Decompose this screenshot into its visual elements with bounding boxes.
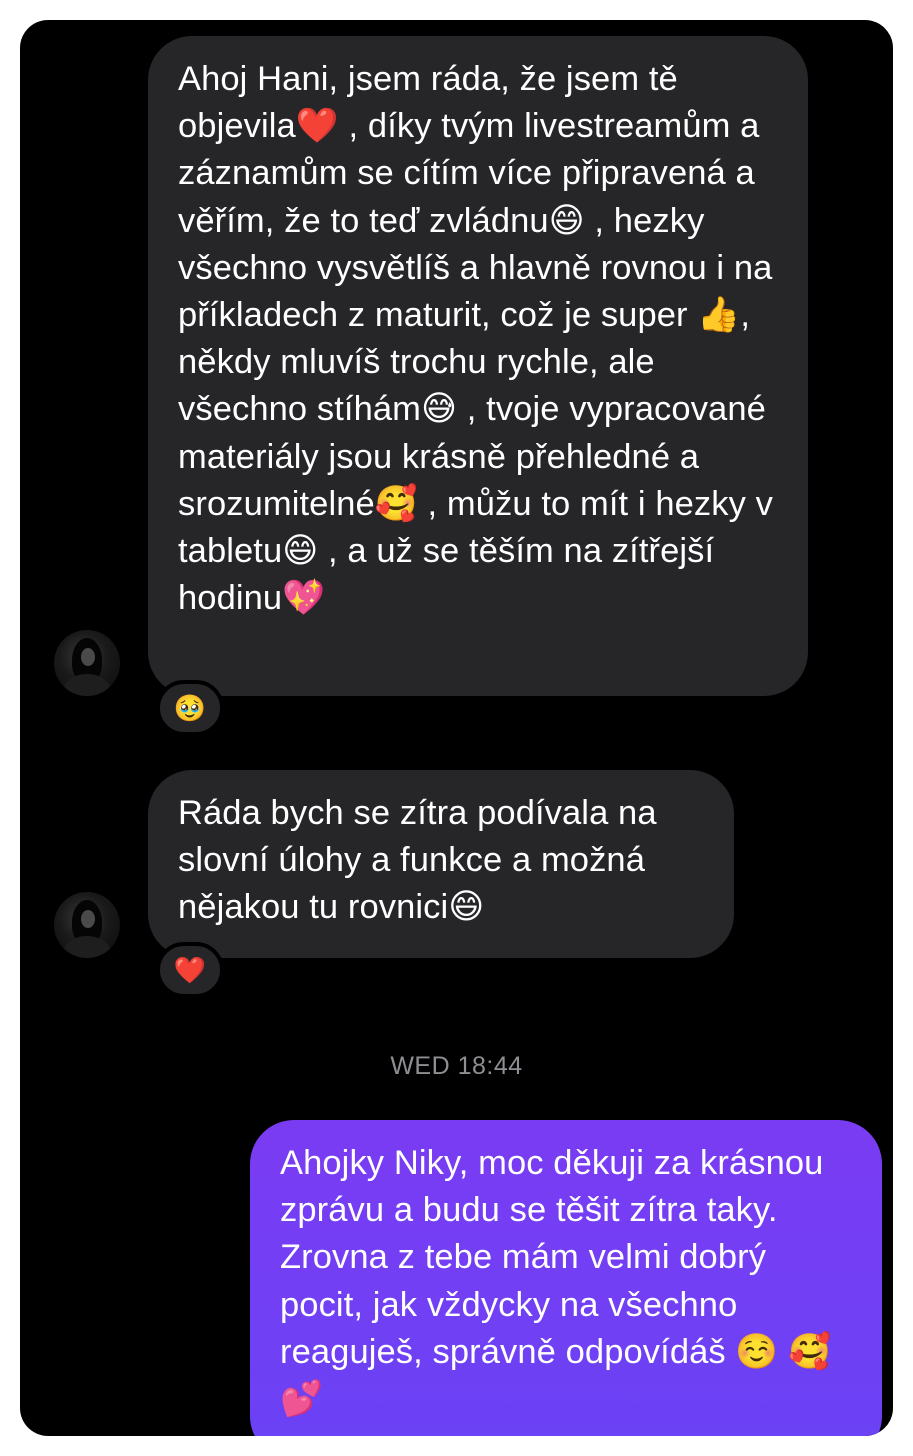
outgoing-message-bubble[interactable]: Ahojky Niky, moc děkuji za krásnou zpráv… — [250, 1120, 882, 1436]
chat-thread: Ahoj Hani, jsem ráda, že jsem tě objevil… — [20, 20, 893, 1436]
incoming-message-bubble[interactable]: Ahoj Hani, jsem ráda, že jsem tě objevil… — [148, 36, 808, 696]
incoming-message-bubble[interactable]: Ráda bych se zítra podívala na slovní úl… — [148, 770, 734, 958]
contact-avatar[interactable] — [54, 630, 120, 696]
message-timestamp: WED 18:44 — [390, 1052, 523, 1080]
message-reaction-heart[interactable]: ❤️ — [156, 942, 224, 998]
contact-avatar[interactable] — [54, 892, 120, 958]
message-reaction-pleading[interactable]: 🥹 — [156, 680, 224, 736]
